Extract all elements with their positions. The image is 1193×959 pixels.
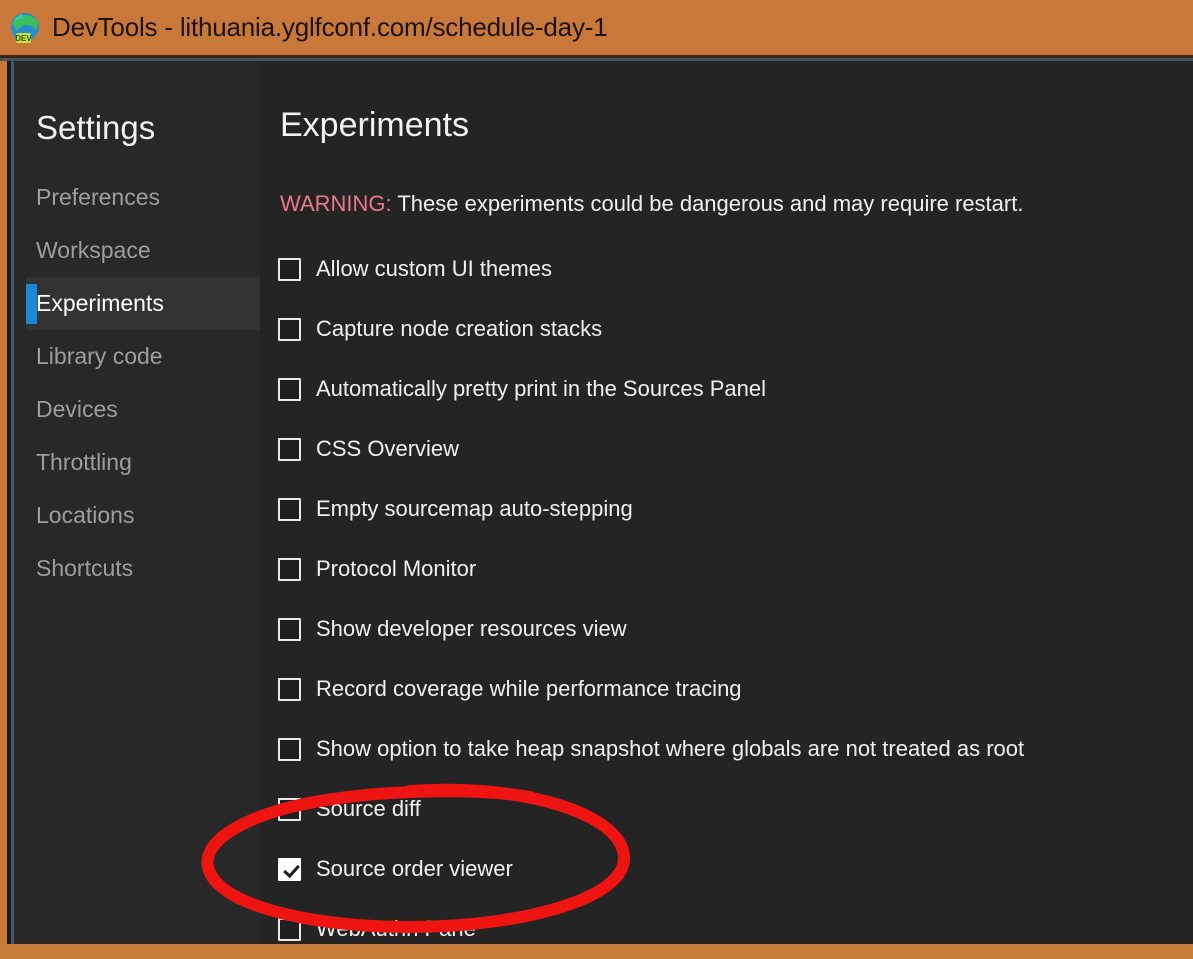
experiment-label: Show option to take heap snapshot where … bbox=[316, 736, 1025, 761]
settings-heading: Settings bbox=[36, 109, 156, 146]
experiment-row[interactable]: Record coverage while performance tracin… bbox=[278, 659, 1193, 719]
experiment-row[interactable]: Show developer resources view bbox=[278, 599, 1193, 659]
experiment-row[interactable]: Show option to take heap snapshot where … bbox=[278, 719, 1193, 779]
experiment-row-source-order-viewer[interactable]: Source order viewer bbox=[278, 839, 1193, 899]
sidebar-item-label: Throttling bbox=[36, 449, 132, 475]
experiment-row[interactable]: Automatically pretty print in the Source… bbox=[278, 359, 1193, 419]
experiment-label: Capture node creation stacks bbox=[316, 316, 603, 341]
experiment-row[interactable]: Empty sourcemap auto-stepping bbox=[278, 479, 1193, 539]
experiments-panel: Experiments WARNING: These experiments c… bbox=[260, 61, 1193, 944]
window-titlebar: DEV DevTools - lithuania.yglfconf.com/sc… bbox=[0, 0, 1193, 55]
sidebar-item-label: Experiments bbox=[36, 290, 164, 316]
checkbox-unchecked-icon[interactable] bbox=[278, 677, 301, 701]
sidebar-item-experiments[interactable]: Experiments bbox=[26, 277, 260, 330]
sidebar-item-library-code[interactable]: Library code bbox=[14, 330, 260, 383]
checkbox-unchecked-icon[interactable] bbox=[278, 797, 301, 821]
checkbox-unchecked-icon[interactable] bbox=[278, 497, 301, 521]
experiment-row[interactable]: Allow custom UI themes bbox=[278, 239, 1193, 299]
sidebar-item-workspace[interactable]: Workspace bbox=[14, 224, 260, 277]
svg-text:DEV: DEV bbox=[15, 34, 32, 43]
selected-accent-bar bbox=[26, 284, 37, 324]
checkbox-unchecked-icon[interactable] bbox=[278, 737, 301, 761]
warning-text: These experiments could be dangerous and… bbox=[391, 191, 1024, 216]
window-title: DevTools - lithuania.yglfconf.com/schedu… bbox=[52, 12, 608, 42]
experiment-row[interactable]: WebAuthn Pane bbox=[278, 899, 1193, 959]
sidebar-item-label: Locations bbox=[36, 502, 135, 528]
sidebar-item-label: Workspace bbox=[36, 237, 151, 263]
sidebar-item-label: Shortcuts bbox=[36, 555, 134, 581]
checkbox-unchecked-icon[interactable] bbox=[278, 617, 301, 641]
settings-nav: Preferences Workspace Experiments Librar… bbox=[14, 171, 260, 595]
sidebar-item-preferences[interactable]: Preferences bbox=[14, 171, 260, 224]
sidebar-item-label: Library code bbox=[36, 343, 163, 369]
experiment-label: Show developer resources view bbox=[316, 616, 627, 641]
warning-message: WARNING: These experiments could be dang… bbox=[280, 191, 1023, 217]
warning-label: WARNING: bbox=[280, 191, 392, 216]
sidebar-item-throttling[interactable]: Throttling bbox=[14, 436, 260, 489]
experiment-label: Allow custom UI themes bbox=[316, 256, 552, 281]
checkbox-checked-icon[interactable] bbox=[278, 857, 301, 881]
experiment-row[interactable]: Capture node creation stacks bbox=[278, 299, 1193, 359]
window-content: Settings Preferences Workspace Experimen… bbox=[0, 61, 1193, 944]
experiment-row[interactable]: Source diff bbox=[278, 779, 1193, 839]
experiment-label: Automatically pretty print in the Source… bbox=[316, 376, 767, 401]
sidebar-item-label: Preferences bbox=[36, 184, 161, 210]
experiment-label: CSS Overview bbox=[316, 436, 460, 461]
experiment-label: WebAuthn Pane bbox=[316, 916, 476, 941]
experiment-label: Source diff bbox=[316, 796, 421, 821]
devtools-settings-window: DEV DevTools - lithuania.yglfconf.com/sc… bbox=[0, 0, 1193, 944]
checkbox-unchecked-icon[interactable] bbox=[278, 317, 301, 341]
sidebar-item-devices[interactable]: Devices bbox=[14, 383, 260, 436]
checkbox-unchecked-icon[interactable] bbox=[278, 377, 301, 401]
sidebar-item-label: Devices bbox=[36, 396, 118, 422]
page-title: Experiments bbox=[280, 106, 469, 144]
experiment-label: Source order viewer bbox=[316, 856, 513, 881]
experiment-row[interactable]: CSS Overview bbox=[278, 419, 1193, 479]
checkbox-unchecked-icon[interactable] bbox=[278, 257, 301, 281]
experiment-label: Empty sourcemap auto-stepping bbox=[316, 496, 633, 521]
checkbox-unchecked-icon[interactable] bbox=[278, 437, 301, 461]
window-frame-left bbox=[0, 61, 7, 944]
experiment-label: Record coverage while performance tracin… bbox=[316, 676, 742, 701]
sidebar-item-shortcuts[interactable]: Shortcuts bbox=[14, 542, 260, 595]
edge-dev-browser-icon: DEV bbox=[8, 11, 42, 45]
experiment-label: Protocol Monitor bbox=[316, 556, 477, 581]
experiment-row[interactable]: Protocol Monitor bbox=[278, 539, 1193, 599]
checkbox-unchecked-icon[interactable] bbox=[278, 557, 301, 581]
checkbox-unchecked-icon[interactable] bbox=[278, 917, 301, 941]
settings-sidebar: Settings Preferences Workspace Experimen… bbox=[14, 61, 260, 944]
sidebar-item-locations[interactable]: Locations bbox=[14, 489, 260, 542]
experiments-list: Allow custom UI themes Capture node crea… bbox=[278, 239, 1193, 959]
